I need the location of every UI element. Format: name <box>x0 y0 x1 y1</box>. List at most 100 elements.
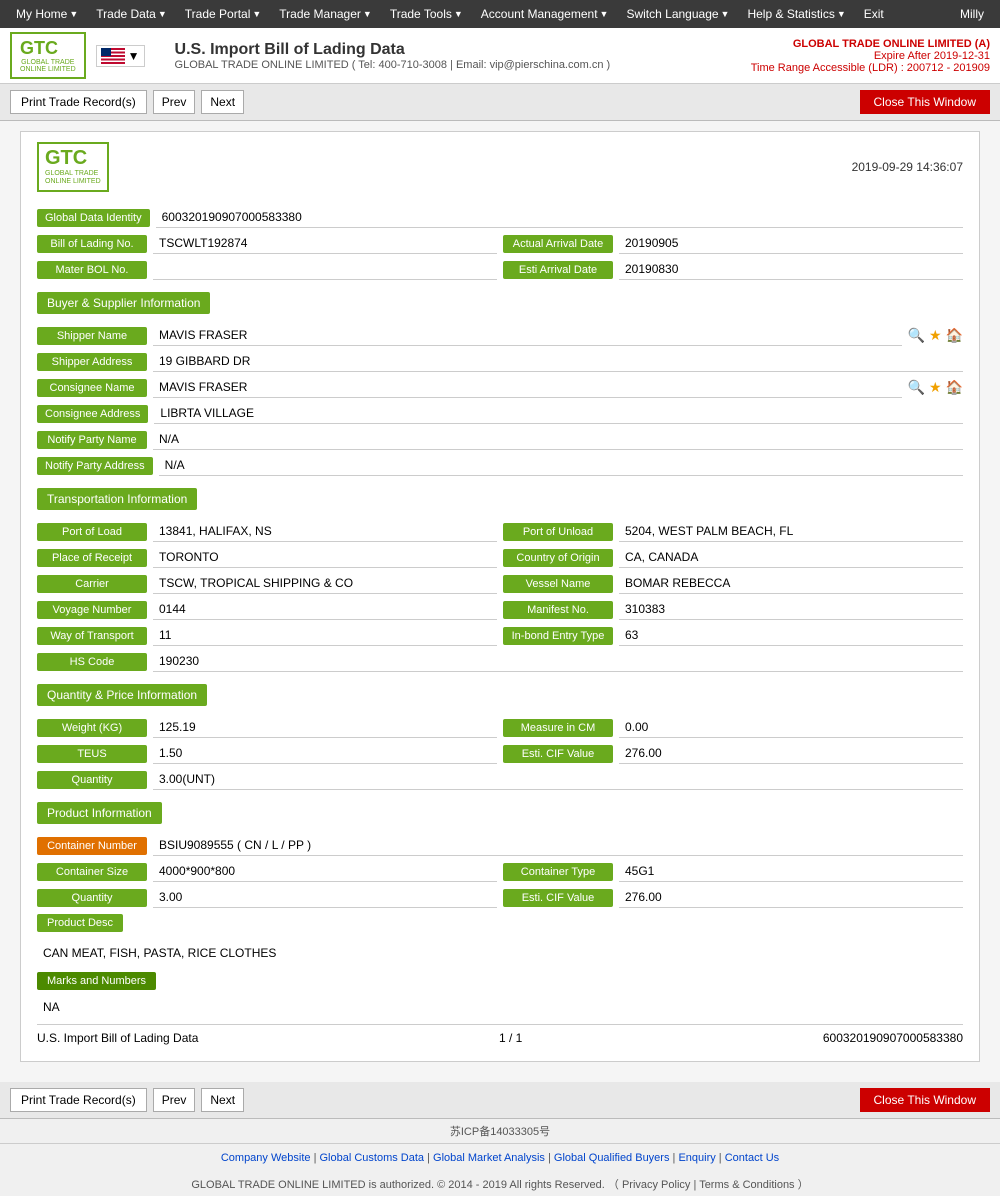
container-size-value: 4000*900*800 <box>153 862 497 882</box>
voyage-number-label: Voyage Number <box>37 601 147 619</box>
prev-button-top[interactable]: Prev <box>153 90 196 114</box>
port-of-load-value: 13841, HALIFAX, NS <box>153 522 497 542</box>
esti-cif-value: 276.00 <box>619 744 963 764</box>
header-subtitle: GLOBAL TRADE ONLINE LIMITED ( Tel: 400-7… <box>175 59 611 71</box>
container-size-type-row: Container Size 4000*900*800 Container Ty… <box>37 862 963 882</box>
footer-icp: 苏ICP备14033305号 <box>0 1119 1000 1143</box>
container-number-value: BSIU9089555 ( CN / L / PP ) <box>153 836 963 856</box>
esti-arrival-label: Esti Arrival Date <box>503 261 613 279</box>
nav-help-statistics[interactable]: Help & Statistics ▼ <box>739 3 853 25</box>
global-data-id-value: 600320190907000583380 <box>156 208 963 228</box>
nav-trade-portal[interactable]: Trade Portal ▼ <box>177 3 270 25</box>
product-info-section: Product Information <box>37 798 963 832</box>
weight-label: Weight (KG) <box>37 719 147 737</box>
footer-link-buyers[interactable]: Global Qualified Buyers <box>554 1152 670 1164</box>
next-button-bottom[interactable]: Next <box>201 1088 244 1112</box>
weight-value: 125.19 <box>153 718 497 738</box>
prev-button-bottom[interactable]: Prev <box>153 1088 196 1112</box>
footer-links: Company Website | Global Customs Data | … <box>0 1143 1000 1172</box>
footer-link-company[interactable]: Company Website <box>221 1152 311 1164</box>
action-bar-left: Print Trade Record(s) Prev Next <box>10 90 244 114</box>
shipper-name-label: Shipper Name <box>37 327 147 345</box>
nav-trade-tools[interactable]: Trade Tools ▼ <box>382 3 471 25</box>
product-quantity-label: Quantity <box>37 889 147 907</box>
quantity-price-header: Quantity & Price Information <box>37 684 207 706</box>
logo-text: GTC <box>20 38 76 59</box>
nav-trade-data[interactable]: Trade Data ▼ <box>88 3 175 25</box>
chevron-down-icon: ▼ <box>454 9 463 19</box>
hs-code-value: 190230 <box>153 652 963 672</box>
esti-arrival-value: 20190830 <box>619 260 963 280</box>
star-icon[interactable]: ★ <box>929 327 942 344</box>
print-button-top[interactable]: Print Trade Record(s) <box>10 90 147 114</box>
footer-link-market[interactable]: Global Market Analysis <box>433 1152 545 1164</box>
carrier-label: Carrier <box>37 575 147 593</box>
marks-value: NA <box>37 998 963 1016</box>
record-footer: U.S. Import Bill of Lading Data 1 / 1 60… <box>37 1024 963 1051</box>
next-button-top[interactable]: Next <box>201 90 244 114</box>
close-button-bottom[interactable]: Close This Window <box>860 1088 990 1112</box>
shipper-name-value: MAVIS FRASER <box>153 326 902 346</box>
us-flag-icon <box>101 48 125 64</box>
notify-name-label: Notify Party Name <box>37 431 147 449</box>
country-of-origin-label: Country of Origin <box>503 549 613 567</box>
global-data-id-label: Global Data Identity <box>37 209 150 227</box>
inbond-entry-value: 63 <box>619 626 963 646</box>
transport-section: Transportation Information <box>37 484 963 518</box>
shipper-addr-value: 19 GIBBARD DR <box>153 352 963 372</box>
nav-items: My Home ▼ Trade Data ▼ Trade Portal ▼ Tr… <box>8 3 892 25</box>
nav-exit[interactable]: Exit <box>856 3 892 25</box>
product-desc-label: Product Desc <box>37 914 123 932</box>
product-esti-cif-label: Esti. CIF Value <box>503 889 613 907</box>
nav-account-management[interactable]: Account Management ▼ <box>473 3 617 25</box>
port-row: Port of Load 13841, HALIFAX, NS Port of … <box>37 522 963 542</box>
hs-code-label: HS Code <box>37 653 147 671</box>
actual-arrival-value: 20190905 <box>619 234 963 254</box>
consignee-addr-value: LIBRTA VILLAGE <box>154 404 963 424</box>
product-desc-value: CAN MEAT, FISH, PASTA, RICE CLOTHES <box>37 942 963 964</box>
global-data-id-row: Global Data Identity 6003201909070005833… <box>37 208 963 228</box>
port-of-load-label: Port of Load <box>37 523 147 541</box>
consignee-name-row: Consignee Name MAVIS FRASER 🔍 ★ 🏠 <box>37 378 963 398</box>
footer-link-customs[interactable]: Global Customs Data <box>320 1152 425 1164</box>
marks-label: Marks and Numbers <box>37 972 156 990</box>
search-icon[interactable]: 🔍 <box>908 327 925 344</box>
footer-link-contact[interactable]: Contact Us <box>725 1152 779 1164</box>
home-icon[interactable]: 🏠 <box>946 379 963 396</box>
container-number-label: Container Number <box>37 837 147 855</box>
nav-trade-manager[interactable]: Trade Manager ▼ <box>271 3 380 25</box>
flag-selector[interactable]: ▼ <box>96 45 145 67</box>
nav-user[interactable]: Milly <box>952 3 992 25</box>
place-of-receipt-label: Place of Receipt <box>37 549 147 567</box>
footer-id: 600320190907000583380 <box>823 1031 963 1045</box>
terms-link[interactable]: Terms & Conditions <box>699 1179 794 1191</box>
home-icon[interactable]: 🏠 <box>946 327 963 344</box>
star-icon[interactable]: ★ <box>929 379 942 396</box>
footer-copyright: GLOBAL TRADE ONLINE LIMITED is authorize… <box>0 1172 1000 1196</box>
way-of-transport-value: 11 <box>153 626 497 646</box>
product-info-header: Product Information <box>37 802 162 824</box>
port-of-unload-label: Port of Unload <box>503 523 613 541</box>
notify-name-value: N/A <box>153 430 963 450</box>
measure-cm-label: Measure in CM <box>503 719 613 737</box>
voyage-number-value: 0144 <box>153 600 497 620</box>
nav-switch-language[interactable]: Switch Language ▼ <box>618 3 737 25</box>
main-content: GTC GLOBAL TRADEONLINE LIMITED 2019-09-2… <box>0 121 1000 1082</box>
bol-row: Bill of Lading No. TSCWLT192874 Actual A… <box>37 234 963 254</box>
privacy-policy-link[interactable]: Privacy Policy <box>622 1179 690 1191</box>
company-name: GLOBAL TRADE ONLINE LIMITED (A) <box>751 38 990 50</box>
quantity-row: Quantity 3.00(UNT) <box>37 770 963 790</box>
chevron-down-icon: ▼ <box>837 9 846 19</box>
carrier-value: TSCW, TROPICAL SHIPPING & CO <box>153 574 497 594</box>
quantity-price-section: Quantity & Price Information <box>37 680 963 714</box>
icp-number: 苏ICP备14033305号 <box>450 1126 550 1138</box>
consignee-addr-row: Consignee Address LIBRTA VILLAGE <box>37 404 963 424</box>
teus-cif-row: TEUS 1.50 Esti. CIF Value 276.00 <box>37 744 963 764</box>
close-button-top[interactable]: Close This Window <box>860 90 990 114</box>
print-button-bottom[interactable]: Print Trade Record(s) <box>10 1088 147 1112</box>
nav-my-home[interactable]: My Home ▼ <box>8 3 86 25</box>
action-bar-top: Print Trade Record(s) Prev Next Close Th… <box>0 84 1000 121</box>
teus-value: 1.50 <box>153 744 497 764</box>
footer-link-enquiry[interactable]: Enquiry <box>678 1152 715 1164</box>
search-icon[interactable]: 🔍 <box>908 379 925 396</box>
